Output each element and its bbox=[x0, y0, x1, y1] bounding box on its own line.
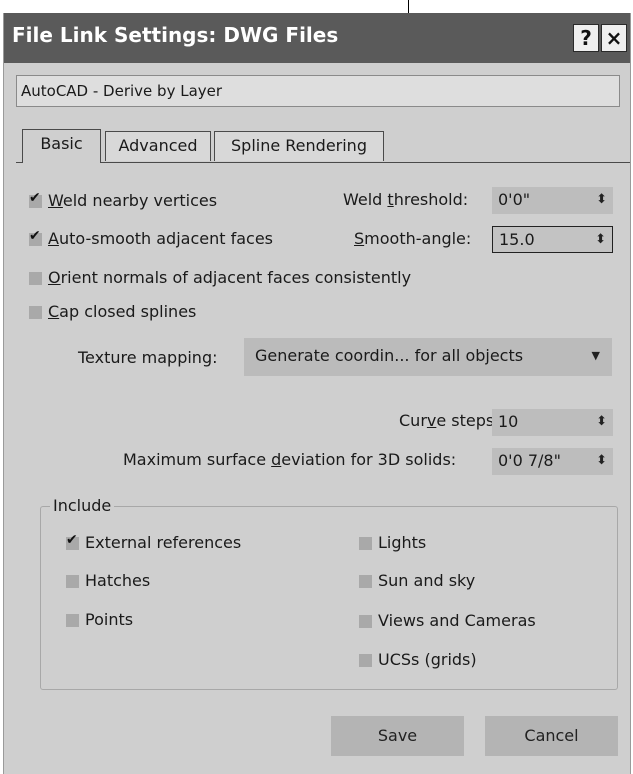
curve-steps-spinner[interactable]: 10 ⬍ bbox=[492, 409, 613, 436]
smooth-angle-value: 15.0 bbox=[499, 230, 535, 249]
points-label: Points bbox=[85, 610, 134, 629]
points-checkbox[interactable] bbox=[66, 614, 79, 627]
auto-smooth-label: Auto-smooth adjacent faces bbox=[48, 229, 273, 248]
check-icon: ✔ bbox=[29, 228, 41, 244]
external-references-label: External references bbox=[85, 533, 242, 552]
cancel-button[interactable]: Cancel bbox=[485, 716, 618, 756]
title-bar[interactable]: File Link Settings: DWG Files ? × bbox=[4, 13, 630, 63]
tab-basic[interactable]: Basic bbox=[22, 129, 101, 163]
ucs-grids-checkbox[interactable] bbox=[359, 654, 372, 667]
weld-threshold-label: Weld threshold: bbox=[343, 190, 469, 209]
orient-normals-label: Orient normals of adjacent faces consist… bbox=[48, 268, 412, 287]
include-group-title: Include bbox=[50, 496, 115, 515]
auto-smooth-checkbox[interactable]: ✔ bbox=[29, 228, 42, 246]
max-deviation-spinner[interactable]: 0'0 7/8" ⬍ bbox=[492, 448, 613, 475]
help-button[interactable]: ? bbox=[573, 24, 599, 52]
curve-steps-label: Curve steps: bbox=[399, 411, 500, 430]
hatches-checkbox[interactable] bbox=[66, 575, 79, 588]
cap-splines-label: Cap closed splines bbox=[48, 302, 197, 321]
spinner-arrows-icon[interactable]: ⬍ bbox=[595, 227, 606, 252]
sun-and-sky-label: Sun and sky bbox=[378, 571, 476, 590]
smooth-angle-label: Smooth-angle: bbox=[354, 229, 472, 248]
chevron-down-icon: ▼ bbox=[591, 349, 600, 362]
views-and-cameras-checkbox[interactable] bbox=[359, 615, 372, 628]
file-link-settings-dialog: File Link Settings: DWG Files ? × AutoCA… bbox=[3, 13, 631, 774]
tab-advanced[interactable]: Advanced bbox=[105, 131, 211, 161]
weld-vertices-checkbox[interactable]: ✔ bbox=[29, 190, 42, 208]
max-deviation-label: Maximum surface deviation for 3D solids: bbox=[123, 450, 457, 469]
weld-threshold-spinner[interactable]: 0'0" ⬍ bbox=[492, 187, 613, 214]
top-divider-line bbox=[408, 0, 409, 13]
spinner-arrows-icon[interactable]: ⬍ bbox=[596, 448, 607, 473]
check-icon: ✔ bbox=[66, 532, 78, 548]
close-button[interactable]: × bbox=[601, 24, 627, 52]
sun-and-sky-checkbox[interactable] bbox=[359, 575, 372, 588]
spinner-arrows-icon[interactable]: ⬍ bbox=[596, 187, 607, 212]
check-icon: ✔ bbox=[29, 190, 41, 206]
texture-mapping-label: Texture mapping: bbox=[78, 348, 218, 367]
curve-steps-value: 10 bbox=[498, 412, 519, 431]
weld-threshold-value: 0'0" bbox=[498, 190, 531, 209]
tab-spline-rendering[interactable]: Spline Rendering bbox=[214, 131, 384, 161]
lights-label: Lights bbox=[378, 533, 427, 552]
max-deviation-value: 0'0 7/8" bbox=[498, 451, 561, 470]
texture-mapping-dropdown[interactable]: Generate coordin... for all objects ▼ bbox=[244, 338, 612, 376]
texture-mapping-value: Generate coordin... for all objects bbox=[255, 346, 524, 365]
tab-strip-divider bbox=[16, 162, 630, 163]
lights-checkbox[interactable] bbox=[359, 537, 372, 550]
cap-splines-checkbox[interactable] bbox=[29, 306, 42, 319]
hatches-label: Hatches bbox=[85, 571, 151, 590]
external-references-checkbox[interactable]: ✔ bbox=[66, 532, 79, 550]
ucs-grids-label: UCSs (grids) bbox=[378, 650, 477, 669]
weld-vertices-label: Weld nearby vertices bbox=[48, 191, 218, 210]
window-title: File Link Settings: DWG Files bbox=[12, 23, 339, 47]
views-and-cameras-label: Views and Cameras bbox=[378, 611, 536, 630]
preset-name-field[interactable]: AutoCAD - Derive by Layer bbox=[16, 75, 620, 107]
smooth-angle-spinner[interactable]: 15.0 ⬍ bbox=[492, 226, 613, 253]
spinner-arrows-icon[interactable]: ⬍ bbox=[596, 409, 607, 434]
save-button[interactable]: Save bbox=[331, 716, 464, 756]
orient-normals-checkbox[interactable] bbox=[29, 272, 42, 285]
